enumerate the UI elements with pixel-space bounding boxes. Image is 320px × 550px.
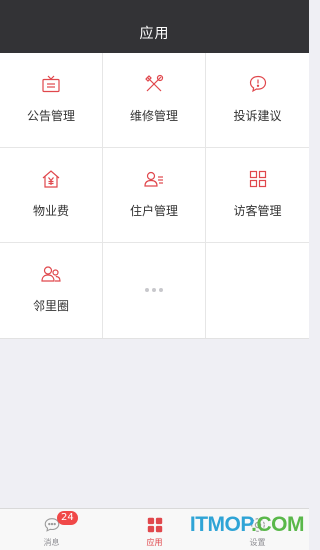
announcement-icon — [42, 75, 60, 93]
app-more[interactable] — [103, 243, 206, 338]
neighbors-icon — [41, 266, 61, 282]
more-dots-icon — [145, 288, 163, 292]
empty-cell — [206, 243, 309, 338]
tab-label: 应用 — [146, 538, 163, 547]
tab-label: 消息 — [43, 538, 60, 547]
property-fee-icon — [42, 170, 60, 188]
top-navigation-bar: 应用 — [0, 0, 309, 53]
page-title: 应用 — [139, 26, 170, 42]
app-label: 投诉建议 — [233, 109, 282, 123]
app-resident-management[interactable]: 住户管理 — [103, 148, 206, 243]
app-label: 住户管理 — [129, 204, 178, 218]
apps-icon — [147, 517, 162, 533]
app-label: 维修管理 — [129, 109, 178, 123]
app-grid: 公告管理 维修管理 投诉建议 物业费 住户管理 访客管理 邻里圈 — [0, 53, 309, 339]
repair-tools-icon — [145, 74, 164, 92]
app-repair-management[interactable]: 维修管理 — [103, 53, 206, 148]
app-label: 公告管理 — [26, 109, 75, 123]
tab-label: 设置 — [249, 538, 266, 547]
app-label: 物业费 — [32, 204, 69, 218]
app-visitor-management[interactable]: 访客管理 — [206, 148, 309, 243]
complaint-bubble-icon — [249, 75, 266, 93]
app-label: 邻里圈 — [32, 299, 69, 313]
app-complaints-suggestions[interactable]: 投诉建议 — [206, 53, 309, 148]
resident-list-icon — [144, 171, 163, 187]
tab-messages[interactable]: 24 消息 — [0, 509, 103, 550]
app-announcement-management[interactable]: 公告管理 — [0, 53, 103, 148]
unread-badge: 24 — [57, 511, 78, 525]
app-neighborhood-circle[interactable]: 邻里圈 — [0, 243, 103, 338]
watermark-logo: ITMOP.COM — [189, 513, 305, 536]
visitor-grid-icon — [249, 170, 266, 188]
app-property-fee[interactable]: 物业费 — [0, 148, 103, 243]
app-label: 访客管理 — [233, 204, 282, 218]
